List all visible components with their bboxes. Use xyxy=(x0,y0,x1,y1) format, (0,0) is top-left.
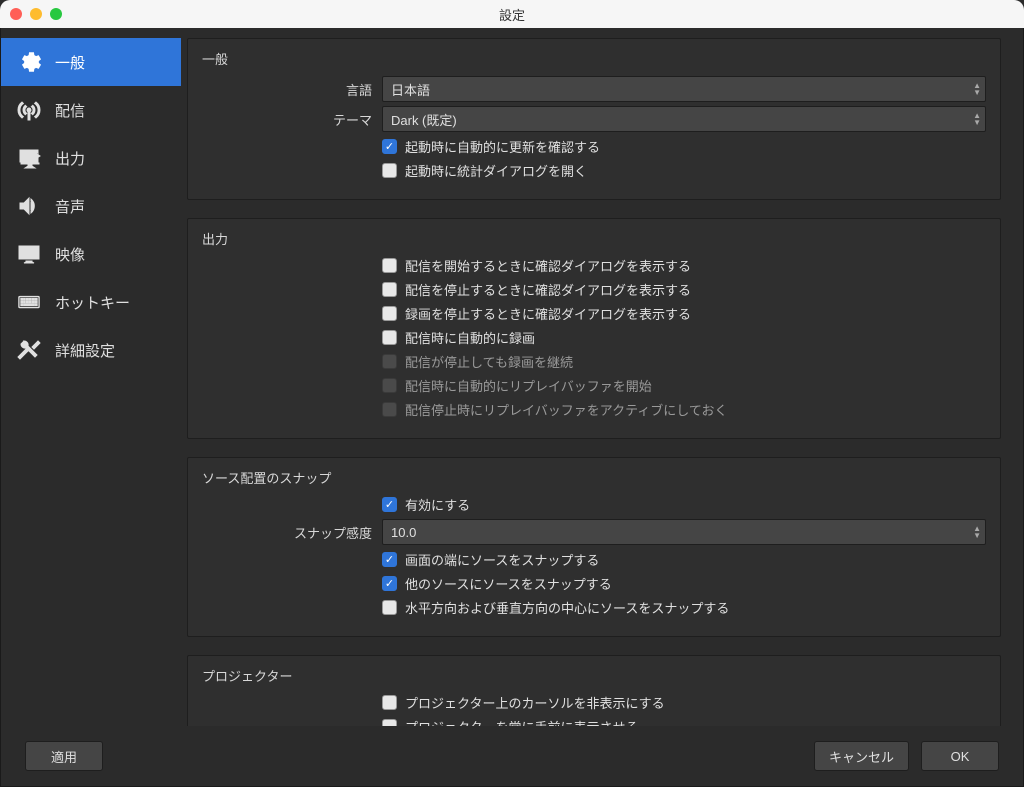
sidebar-item-output[interactable]: 出力 xyxy=(1,134,181,182)
keyboard-icon xyxy=(15,288,43,316)
spin-value: 10.0 xyxy=(391,525,416,540)
checkbox-label: 起動時に統計ダイアログを開く xyxy=(405,161,587,180)
checkbox-label: 配信停止時にリプレイバッファをアクティブにしておく xyxy=(405,400,728,419)
confirm-stop-record-checkbox[interactable] xyxy=(382,306,397,321)
content-panel: 一般 言語 日本語 ▲▼ テーマ Dark (既定) ▲▼ ✓ xyxy=(181,28,1023,726)
snap-sensitivity-input[interactable]: 10.0 ▲▼ xyxy=(382,519,986,545)
auto-record-checkbox[interactable] xyxy=(382,330,397,345)
checkbox-label: 有効にする xyxy=(405,495,470,514)
sidebar-item-video[interactable]: 映像 xyxy=(1,230,181,278)
keep-record-checkbox xyxy=(382,354,397,369)
checkbox-label: 配信が停止しても録画を継続 xyxy=(405,352,573,371)
snap-other-checkbox[interactable]: ✓ xyxy=(382,576,397,591)
checkbox-label: 配信時に自動的にリプレイバッファを開始 xyxy=(405,376,652,395)
stepper-arrows-icon[interactable]: ▲▼ xyxy=(973,525,981,539)
keep-replay-active-checkbox xyxy=(382,402,397,417)
sidebar: 一般 配信 出力 音声 xyxy=(1,28,181,726)
button-bar: 適用 キャンセル OK xyxy=(1,726,1023,786)
snapping-group: ソース配置のスナップ ✓ 有効にする スナップ感度 10.0 ▲▼ ✓ 画面の端… xyxy=(187,457,1001,637)
sidebar-item-general[interactable]: 一般 xyxy=(1,38,181,86)
apply-button[interactable]: 適用 xyxy=(25,741,103,771)
theme-combo[interactable]: Dark (既定) ▲▼ xyxy=(382,106,986,132)
auto-replay-buffer-checkbox xyxy=(382,378,397,393)
settings-dialog: 一般 配信 出力 音声 xyxy=(0,28,1024,787)
snap-center-checkbox[interactable] xyxy=(382,600,397,615)
titlebar: 設定 xyxy=(0,0,1024,28)
confirm-stop-stream-checkbox[interactable] xyxy=(382,282,397,297)
projector-always-top-checkbox[interactable] xyxy=(382,719,397,726)
sidebar-item-label: ホットキー xyxy=(55,292,130,313)
dropdown-arrows-icon: ▲▼ xyxy=(973,112,981,126)
combo-value: 日本語 xyxy=(391,80,430,99)
general-group: 一般 言語 日本語 ▲▼ テーマ Dark (既定) ▲▼ ✓ xyxy=(187,38,1001,200)
snap-edges-checkbox[interactable]: ✓ xyxy=(382,552,397,567)
open-stats-checkbox[interactable] xyxy=(382,163,397,178)
checkbox-label: 水平方向および垂直方向の中心にソースをスナップする xyxy=(405,598,729,617)
checkbox-label: 配信を停止するときに確認ダイアログを表示する xyxy=(405,280,691,299)
snap-enable-checkbox[interactable]: ✓ xyxy=(382,497,397,512)
gear-icon xyxy=(15,48,43,76)
combo-value: Dark (既定) xyxy=(391,110,457,129)
dropdown-arrows-icon: ▲▼ xyxy=(973,82,981,96)
checkbox-label: 配信を開始するときに確認ダイアログを表示する xyxy=(405,256,691,275)
group-title: ソース配置のスナップ xyxy=(202,468,986,487)
sidebar-item-label: 映像 xyxy=(55,244,85,265)
sidebar-item-hotkeys[interactable]: ホットキー xyxy=(1,278,181,326)
group-title: 一般 xyxy=(202,49,986,68)
checkbox-label: 画面の端にソースをスナップする xyxy=(405,550,599,569)
antenna-icon xyxy=(15,96,43,124)
sidebar-item-label: 出力 xyxy=(55,148,85,169)
language-label: 言語 xyxy=(202,80,372,99)
sidebar-item-label: 配信 xyxy=(55,100,85,121)
sidebar-item-audio[interactable]: 音声 xyxy=(1,182,181,230)
projector-group: プロジェクター プロジェクター上のカーソルを非表示にする プロジェクターを常に手… xyxy=(187,655,1001,726)
group-title: 出力 xyxy=(202,229,986,248)
speaker-icon xyxy=(15,192,43,220)
checkbox-label: 録画を停止するときに確認ダイアログを表示する xyxy=(405,304,691,323)
group-title: プロジェクター xyxy=(202,666,986,685)
confirm-start-stream-checkbox[interactable] xyxy=(382,258,397,273)
output-group: 出力 配信を開始するときに確認ダイアログを表示する 配信を停止するときに確認ダイ… xyxy=(187,218,1001,439)
snap-sensitivity-label: スナップ感度 xyxy=(202,523,372,542)
check-updates-checkbox[interactable]: ✓ xyxy=(382,139,397,154)
tools-icon xyxy=(15,336,43,364)
sidebar-item-stream[interactable]: 配信 xyxy=(1,86,181,134)
ok-button[interactable]: OK xyxy=(921,741,999,771)
checkbox-label: プロジェクター上のカーソルを非表示にする xyxy=(405,693,665,712)
checkbox-label: プロジェクターを常に手前に表示させる xyxy=(405,717,638,726)
sidebar-item-advanced[interactable]: 詳細設定 xyxy=(1,326,181,374)
output-icon xyxy=(15,144,43,172)
checkbox-label: 起動時に自動的に更新を確認する xyxy=(405,137,600,156)
cancel-button[interactable]: キャンセル xyxy=(814,741,909,771)
theme-label: テーマ xyxy=(202,110,372,129)
checkbox-label: 配信時に自動的に録画 xyxy=(405,328,535,347)
checkbox-label: 他のソースにソースをスナップする xyxy=(405,574,612,593)
language-combo[interactable]: 日本語 ▲▼ xyxy=(382,76,986,102)
sidebar-item-label: 詳細設定 xyxy=(55,340,115,361)
window-title: 設定 xyxy=(0,5,1024,24)
sidebar-item-label: 一般 xyxy=(55,52,85,73)
sidebar-item-label: 音声 xyxy=(55,196,85,217)
projector-hide-cursor-checkbox[interactable] xyxy=(382,695,397,710)
monitor-icon xyxy=(15,240,43,268)
